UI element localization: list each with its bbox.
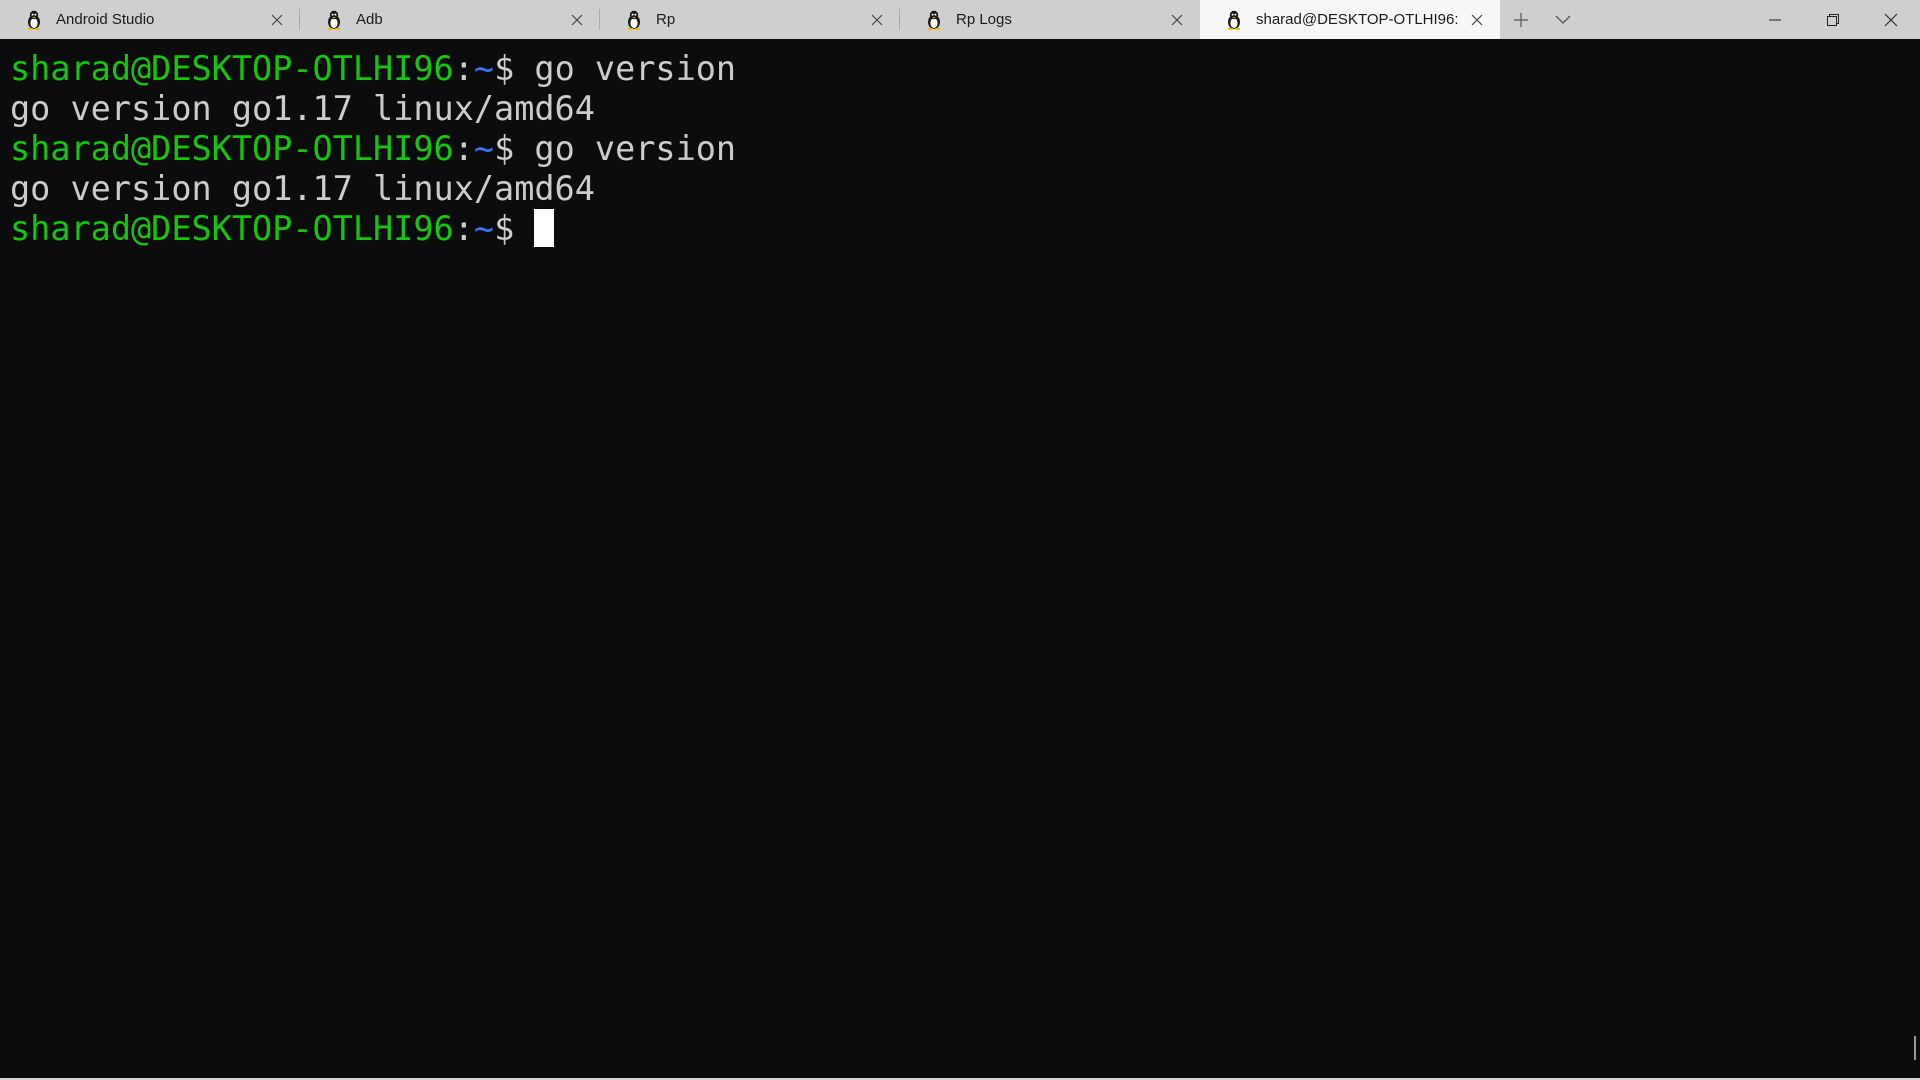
tux-icon xyxy=(924,9,944,31)
output-text: go version go1.17 linux/amd64 xyxy=(10,169,595,208)
prompt-dollar: $ xyxy=(494,49,535,88)
tab-rp-logs[interactable]: Rp Logs xyxy=(900,0,1200,39)
close-icon[interactable] xyxy=(562,5,592,35)
new-tab-button[interactable] xyxy=(1500,0,1542,39)
tux-icon xyxy=(324,9,344,31)
chevron-down-icon xyxy=(1555,15,1571,24)
terminal-window: Android Studio Adb Rp Rp Logs sharad@DES… xyxy=(0,0,1920,1080)
prompt-separator: : xyxy=(453,129,474,168)
prompt-separator: : xyxy=(453,49,474,88)
tab-sharad-shell[interactable]: sharad@DESKTOP-OTLHI96: ~ xyxy=(1200,0,1500,39)
terminal-line: go version go1.17 linux/amd64 xyxy=(10,89,1920,129)
close-icon[interactable] xyxy=(262,5,292,35)
plus-icon xyxy=(1514,12,1528,27)
prompt-separator: : xyxy=(453,209,474,248)
terminal-line: sharad@DESKTOP-OTLHI96:~$ go version xyxy=(10,129,1920,169)
command-text: go version xyxy=(534,129,737,168)
tab-label: Rp xyxy=(656,11,676,28)
minimize-icon xyxy=(1769,19,1781,20)
close-icon[interactable] xyxy=(1162,5,1192,35)
terminal-output[interactable]: sharad@DESKTOP-OTLHI96:~$ go version go … xyxy=(0,39,1920,1080)
tab-label: sharad@DESKTOP-OTLHI96: ~ xyxy=(1256,11,1462,28)
tux-icon xyxy=(24,9,44,31)
close-window-button[interactable] xyxy=(1862,0,1920,39)
prompt-path: ~ xyxy=(473,49,495,88)
prompt-path: ~ xyxy=(473,129,495,168)
tabbar-drag-area[interactable] xyxy=(1584,0,1746,39)
close-icon[interactable] xyxy=(862,5,892,35)
tux-icon xyxy=(1224,9,1244,31)
tux-icon xyxy=(624,9,644,31)
scrollbar-thumb[interactable] xyxy=(1914,1036,1916,1060)
output-text: go version go1.17 linux/amd64 xyxy=(10,89,595,128)
prompt-path: ~ xyxy=(473,209,495,248)
restore-button[interactable] xyxy=(1804,0,1862,39)
prompt-dollar: $ xyxy=(494,209,535,248)
tab-adb[interactable]: Adb xyxy=(300,0,600,39)
tab-label: Adb xyxy=(356,11,383,28)
minimize-button[interactable] xyxy=(1746,0,1804,39)
prompt-user: sharad@DESKTOP-OTLHI96 xyxy=(10,129,454,168)
tab-label: Android Studio xyxy=(56,11,155,28)
terminal-line: sharad@DESKTOP-OTLHI96:~$ go version xyxy=(10,49,1920,89)
tab-bar: Android Studio Adb Rp Rp Logs sharad@DES… xyxy=(0,0,1920,39)
tab-dropdown-button[interactable] xyxy=(1542,0,1584,39)
text-cursor xyxy=(534,209,555,247)
prompt-user: sharad@DESKTOP-OTLHI96 xyxy=(10,49,454,88)
restore-icon xyxy=(1827,13,1839,26)
tab-label: Rp Logs xyxy=(956,11,1012,28)
close-icon[interactable] xyxy=(1462,5,1492,35)
terminal-line: sharad@DESKTOP-OTLHI96:~$ xyxy=(10,209,1920,249)
command-text: go version xyxy=(534,49,737,88)
prompt-dollar: $ xyxy=(494,129,535,168)
close-icon xyxy=(1884,13,1898,26)
tab-android-studio[interactable]: Android Studio xyxy=(0,0,300,39)
terminal-line: go version go1.17 linux/amd64 xyxy=(10,169,1920,209)
tab-rp[interactable]: Rp xyxy=(600,0,900,39)
prompt-user: sharad@DESKTOP-OTLHI96 xyxy=(10,209,454,248)
